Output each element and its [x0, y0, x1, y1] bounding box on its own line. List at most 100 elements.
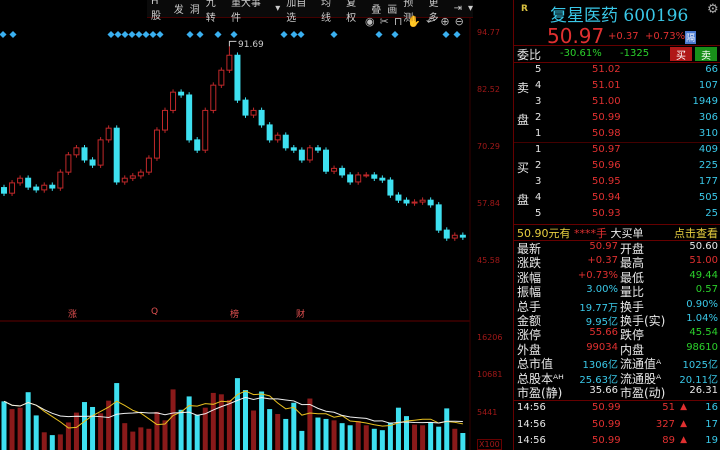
stock-title: 复星医药 600196 — [550, 1, 688, 26]
event-marker-icon[interactable] — [375, 30, 383, 39]
buy-button[interactable]: 买 — [670, 47, 692, 62]
event-marker-icon[interactable] — [230, 30, 238, 39]
order-volume: 505 — [698, 192, 718, 203]
candle — [121, 177, 128, 183]
event-marker-icon[interactable] — [280, 30, 288, 39]
volume-bar — [307, 398, 313, 450]
sell-level-row[interactable]: 3 51.00 1949 — [514, 96, 720, 111]
candle — [153, 129, 160, 159]
event-marker-icon[interactable] — [128, 30, 136, 39]
up-arrow-icon: ▲ — [680, 418, 687, 429]
order-volume: 1949 — [692, 96, 718, 107]
event-marker-icon[interactable] — [121, 30, 129, 39]
order-price: 51.00 — [592, 96, 621, 107]
event-marker-icon[interactable] — [391, 30, 399, 39]
hand-icon[interactable]: ✋ — [407, 15, 421, 28]
event-marker-icon[interactable] — [0, 30, 7, 39]
toolbar-item[interactable]: 加自选 — [286, 0, 315, 24]
volume-bar — [420, 425, 426, 450]
volume-bar — [57, 434, 63, 450]
toolbar-item[interactable]: 叠 — [371, 1, 381, 16]
event-marker-icon[interactable] — [149, 30, 157, 39]
toolbar-item[interactable]: 发 — [174, 1, 184, 16]
order-volume: 225 — [698, 160, 718, 171]
buy-level-row[interactable]: 5 50.93 25 — [514, 208, 720, 223]
sell-level-row[interactable]: 盘 2 50.99 306 — [514, 112, 720, 127]
event-marker-icon[interactable] — [135, 30, 143, 39]
sell-level-row[interactable]: 5 51.02 66 — [514, 64, 720, 79]
buy-level-row[interactable]: 3 50.95 177 — [514, 176, 720, 191]
sell-button[interactable]: 卖 — [695, 47, 717, 62]
event-marker-icon[interactable] — [9, 30, 17, 39]
volume-bar — [355, 421, 361, 450]
toolbar-item[interactable]: 九转 — [206, 0, 225, 24]
zoom-in-icon[interactable]: ⊕ — [440, 15, 449, 28]
stat-label: 市盈(动) — [620, 386, 666, 400]
order-price: 51.01 — [592, 80, 621, 91]
volume-bar — [178, 409, 184, 450]
volume-bar — [234, 378, 240, 450]
tick-count: 17 — [705, 418, 718, 430]
event-marker-icon[interactable] — [142, 30, 150, 39]
r-badge: R — [521, 4, 528, 14]
lock-icon[interactable]: ⊓ — [394, 15, 403, 28]
candle — [65, 154, 72, 173]
volume-bar — [186, 396, 192, 450]
view-link[interactable]: 点击查看 — [674, 225, 718, 241]
event-marker-icon[interactable] — [107, 30, 115, 39]
toolbar-item[interactable]: ▾ — [468, 3, 473, 14]
undo-icon[interactable]: ↶ — [426, 15, 435, 28]
toolbar-item[interactable]: ⇥ — [454, 3, 462, 14]
event-marker-icon[interactable] — [330, 30, 338, 39]
eye-icon[interactable]: ◉ — [365, 15, 375, 28]
event-marker-icon[interactable] — [290, 30, 298, 39]
buy-level-row[interactable]: 盘 4 50.94 505 — [514, 192, 720, 207]
event-marker-icon[interactable] — [186, 30, 194, 39]
gear-icon[interactable]: ⚙ — [707, 2, 719, 17]
toolbar-item[interactable]: 画 — [387, 1, 397, 16]
stat-label: 市盈(静) — [517, 386, 563, 400]
volume-bar — [347, 425, 353, 450]
event-label[interactable]: Q — [151, 307, 158, 317]
event-marker-icon[interactable] — [214, 30, 222, 39]
stock-code: 600196 — [623, 6, 689, 26]
sell-level-row[interactable]: 卖 4 51.01 107 — [514, 80, 720, 95]
order-price: 50.98 — [592, 128, 621, 139]
big-order-bar[interactable]: 50.90元有 ****手 大买单 — [517, 225, 644, 241]
event-marker-icon[interactable] — [156, 30, 164, 39]
toolbar-item[interactable]: ▾ — [275, 3, 280, 14]
event-marker-icon[interactable] — [196, 30, 204, 39]
toolbar-item[interactable]: 复权 — [346, 0, 365, 24]
sell-level-row[interactable]: 1 50.98 310 — [514, 128, 720, 143]
buy-label: 买 — [517, 161, 530, 175]
toolbar-item[interactable]: 洞 — [190, 1, 200, 16]
scissors-icon[interactable]: ✂ — [380, 15, 389, 28]
level: 5 — [535, 208, 542, 219]
event-label[interactable]: 涨 — [68, 307, 77, 320]
order-price: 50.94 — [592, 192, 621, 203]
volume-bar — [114, 383, 120, 450]
toolbar-item[interactable]: 重大事件 — [231, 0, 269, 24]
kline-chart[interactable] — [0, 0, 513, 450]
toolbar-item[interactable]: 均线 — [321, 0, 340, 24]
event-marker-icon[interactable] — [442, 30, 450, 39]
stat-row: 涨停 55.66 跌停 45.54 — [514, 327, 720, 342]
event-marker-icon[interactable] — [297, 30, 305, 39]
buy-level-row[interactable]: 买 2 50.96 225 — [514, 160, 720, 175]
tick-row: 14:56 50.99 327 ▲ 17 — [514, 419, 720, 434]
candle — [347, 174, 354, 183]
event-marker-icon[interactable] — [453, 30, 461, 39]
level: 4 — [535, 80, 542, 91]
stat-value: 49.44 — [689, 269, 718, 281]
candle — [298, 149, 305, 161]
buy-level-row[interactable]: 1 50.97 409 — [514, 144, 720, 159]
level: 1 — [535, 128, 542, 139]
zoom-out-icon[interactable]: ⊖ — [455, 15, 464, 28]
toolbar-item[interactable]: H股 — [151, 0, 168, 22]
volume-bar — [243, 390, 248, 450]
event-label[interactable]: 榜 — [230, 307, 239, 320]
candle — [170, 91, 177, 111]
event-label[interactable]: 财 — [296, 307, 305, 320]
event-marker-icon[interactable] — [114, 30, 122, 39]
big-order-label: 大买单 — [610, 227, 644, 240]
